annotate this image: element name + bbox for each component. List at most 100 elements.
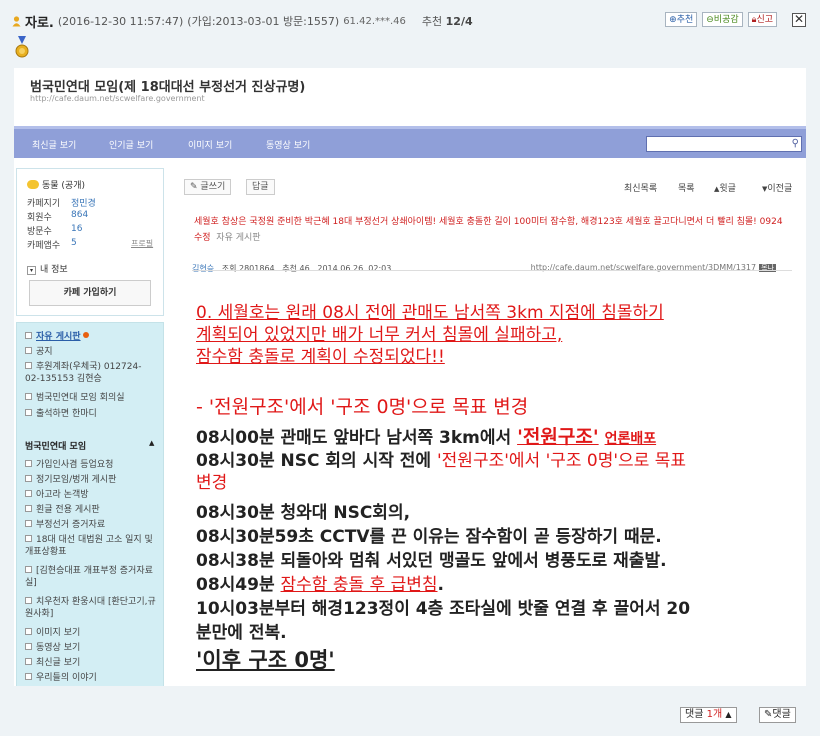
board-icon xyxy=(25,658,32,665)
profile-link[interactable]: 프로필 xyxy=(131,238,153,249)
prev-post-label: 윗글 xyxy=(719,184,736,194)
unrecommend-button-label: 비공감 xyxy=(713,15,739,25)
search-icon[interactable]: ⚲ xyxy=(792,138,799,149)
menu-item[interactable]: 자유 게시판 xyxy=(25,331,89,343)
medal-icon xyxy=(14,36,30,60)
menu-section-title[interactable]: 범국민연대 모임 ▲ xyxy=(25,439,154,452)
chevron-up-icon: ▲ xyxy=(725,710,732,719)
new-badge-icon xyxy=(82,332,89,338)
board-icon xyxy=(25,535,32,542)
body-text: 08시00분 관매도 앞바다 남서쪽 3km에서 xyxy=(196,428,512,448)
author-ip: 61.42.***.46 xyxy=(343,15,406,27)
report-button-label: 신고 xyxy=(756,15,773,25)
profile-key: 회원수 xyxy=(27,213,52,223)
board-icon xyxy=(25,460,32,467)
cafe-level-label: 동물 (공개) xyxy=(42,181,86,191)
profile-row: 카페앱수 5 프로필 xyxy=(27,238,153,251)
divider xyxy=(192,270,792,271)
board-icon xyxy=(25,566,32,573)
menu-item[interactable]: 공지 xyxy=(25,346,53,358)
menu-item-label: 아고라 논객방 xyxy=(36,490,89,500)
menu-item[interactable]: 우리들의 이야기 xyxy=(25,672,97,684)
body-text: 08시49분 xyxy=(196,575,275,595)
body-line: 08시38분 되돌아와 멈춰 서있던 맹골도 앞에서 병풍도로 재출발. xyxy=(196,551,667,571)
list-link[interactable]: 목록 xyxy=(678,181,695,194)
recommend-button[interactable]: ⊕추천 xyxy=(665,12,698,27)
menu-item-label: 부정선거 증거자료 xyxy=(36,520,106,530)
article-meta: 김현승 조회 2801864 추천 46 2014.06.26. 02:03 xyxy=(192,263,391,274)
search-input[interactable]: ⚲ xyxy=(646,136,802,152)
menu-item[interactable]: 횐글 전용 게시판 xyxy=(25,504,100,516)
recommend-button-label: 추천 xyxy=(676,15,694,25)
profile-row: 방문수 16 xyxy=(27,224,82,237)
join-cafe-button[interactable]: 카페 가입하기 xyxy=(29,280,151,306)
collapse-icon[interactable]: ▲ xyxy=(149,439,154,447)
latest-list-link[interactable]: 최신목록 xyxy=(624,181,657,194)
profile-key: 카페앱수 xyxy=(27,241,61,251)
body-emphasis: '전원구조'에서 '구조 0명'으로 목표 xyxy=(436,451,687,471)
write-button[interactable]: ✎ 글쓰기 xyxy=(184,179,232,195)
board-icon xyxy=(25,673,32,680)
menu-item[interactable]: 가입인사겸 등업요청 xyxy=(25,459,113,471)
profile-key: 방문수 xyxy=(27,227,52,237)
pencil-icon: ✎ xyxy=(190,182,198,192)
profile-value: 5 xyxy=(71,238,77,248)
profile-value[interactable]: 정민경 xyxy=(71,196,96,209)
board-icon xyxy=(25,505,32,512)
write-comment-button[interactable]: ✎댓글 xyxy=(759,707,796,723)
article-title: 세월호 참상은 국정원 준비한 박근혜 18대 부정선거 상쇄아이템! 세월호 … xyxy=(194,214,784,246)
article: ✎ 글쓰기 답글 최신목록 목록 ▲윗글 ▼이전글 세월호 참상은 국정원 준비… xyxy=(172,168,806,686)
post-datetime: (2016-12-30 11:57:47) xyxy=(57,14,184,28)
menu-item[interactable]: 최신글 보기 xyxy=(25,657,80,669)
close-button[interactable]: ✕ xyxy=(792,12,806,27)
board-icon xyxy=(25,347,32,354)
nav-videos[interactable]: 동영상 보기 xyxy=(266,138,310,151)
article-author[interactable]: 김현승 xyxy=(192,264,214,273)
next-post-label: 이전글 xyxy=(767,184,793,194)
menu-item[interactable]: 동영상 보기 xyxy=(25,642,80,654)
menu-item[interactable]: 부정선거 증거자료 xyxy=(25,519,105,531)
body-line: 08시30분 NSC 회의 시작 전에 '전원구조'에서 '구조 0명'으로 목… xyxy=(196,450,686,472)
menu-item-label: 출석하면 한마디 xyxy=(36,409,97,419)
menu-item[interactable]: 이미지 보기 xyxy=(25,627,80,639)
cafe-url[interactable]: http://cafe.daum.net/scwelfare.governmen… xyxy=(30,94,205,103)
prev-post-link[interactable]: ▲윗글 xyxy=(714,181,736,194)
menu-item[interactable]: [김현승대표 개표부정 증거자료실] xyxy=(25,565,161,589)
reply-button[interactable]: 답글 xyxy=(246,179,275,195)
body-line: 08시30분 청와대 NSC회의, xyxy=(196,503,411,523)
article-date: 2014.06.26. 02:03 xyxy=(317,264,392,273)
recommend-icon: ⊕ xyxy=(669,15,677,25)
cafe-side-menu: 자유 게시판 공지 후원계좌(우체국) 012724-02-135153 김현승… xyxy=(16,322,164,686)
body-line: 08시30분59초 CCTV를 끈 이유는 잠수함이 곧 등장하기 때문. xyxy=(196,527,662,547)
board-icon xyxy=(25,520,32,527)
menu-item[interactable]: 출석하면 한마디 xyxy=(25,408,97,420)
nav-latest[interactable]: 최신글 보기 xyxy=(32,138,76,151)
comment-count-toggle[interactable]: 댓글 1개 ▲ xyxy=(680,707,737,723)
menu-item[interactable]: 치우천자 환웅시대 [환단고기,규원사화] xyxy=(25,596,161,620)
menu-item[interactable]: 18대 대선 대법원 고소 일지 및 개표상황표 xyxy=(25,534,161,558)
menu-item[interactable]: 아고라 논객방 xyxy=(25,489,89,501)
board-icon xyxy=(25,490,32,497)
comment-count: 1개 xyxy=(706,709,723,720)
menu-section-label: 범국민연대 모임 xyxy=(25,442,87,452)
body-line: 08시49분 잠수함 충돌 후 급변침. xyxy=(196,574,444,596)
body-emphasis: 잠수함 충돌 후 급변침 xyxy=(280,575,438,595)
unrecommend-button[interactable]: ⊖비공감 xyxy=(702,12,743,27)
menu-item[interactable]: 정기모임/벙개 게시판 xyxy=(25,474,116,486)
nav-images[interactable]: 이미지 보기 xyxy=(188,138,232,151)
menu-item-label: [김현승대표 개표부정 증거자료실] xyxy=(25,566,153,588)
report-button[interactable]: 🔒︎신고 xyxy=(747,12,777,27)
profile-row: 카페지기 정민경 xyxy=(27,196,96,209)
nav-popular[interactable]: 인기글 보기 xyxy=(109,138,153,151)
article-category[interactable]: 자유 게시판 xyxy=(216,233,260,243)
article-views: 조회 2801864 xyxy=(221,264,275,273)
menu-item-label: 치우천자 환웅시대 [환단고기,규원사화] xyxy=(25,597,156,619)
menu-item[interactable]: 후원계좌(우체국) 012724-02-135153 김현승 xyxy=(25,361,153,385)
my-info-toggle[interactable]: ▾ 내 정보 xyxy=(27,262,68,275)
menu-item[interactable]: 범국민연대 모임 회의실 xyxy=(25,392,125,404)
author-name[interactable]: 자로. xyxy=(25,12,54,31)
comment-count-label: 댓글 xyxy=(685,709,704,720)
menu-item-label: 공지 xyxy=(36,347,53,357)
cafe-title[interactable]: 범국민연대 모임(제 18대대선 부정선거 진상규명) xyxy=(30,76,305,95)
next-post-link[interactable]: ▼이전글 xyxy=(762,181,792,194)
